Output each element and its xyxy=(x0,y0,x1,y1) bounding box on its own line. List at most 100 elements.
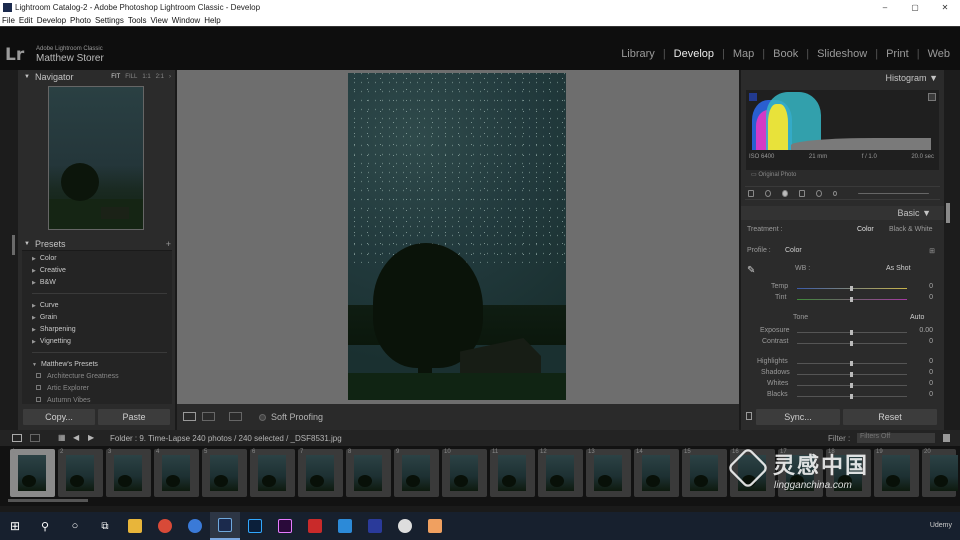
task-view-button[interactable]: ⧉ xyxy=(90,512,120,540)
slider-knob[interactable] xyxy=(850,341,853,346)
filmstrip-thumbnail[interactable]: 7 xyxy=(298,449,343,497)
treatment-color[interactable]: Color xyxy=(857,226,874,233)
filmstrip-thumbnail[interactable]: 8 xyxy=(346,449,391,497)
filmstrip-thumbnail[interactable]: 6 xyxy=(250,449,295,497)
auto-tone-button[interactable]: Auto xyxy=(910,314,924,321)
preset-group-sharpening[interactable]: ▶ Sharpening xyxy=(32,326,76,333)
module-web[interactable]: Web xyxy=(928,48,950,60)
exposure-slider[interactable] xyxy=(797,330,907,335)
tint-value[interactable]: 0 xyxy=(929,294,933,301)
module-map[interactable]: Map xyxy=(733,48,754,60)
preset-group-user[interactable]: ▼ Matthew's Presets xyxy=(32,361,98,368)
histogram-header[interactable]: Histogram ▼ xyxy=(886,73,938,83)
add-preset-icon[interactable]: + xyxy=(166,239,175,249)
shadow-clipping-icon[interactable] xyxy=(749,93,757,101)
navigator-header[interactable]: ▼ Navigator FIT FILL 1:1 2:1 › xyxy=(18,70,175,83)
radial-filter-icon[interactable] xyxy=(815,189,822,197)
profile-browser-icon[interactable]: ⊞ xyxy=(929,247,935,255)
menu-window[interactable]: Window xyxy=(172,16,200,25)
taskbar-explorer[interactable] xyxy=(120,512,150,540)
menu-edit[interactable]: Edit xyxy=(19,16,33,25)
spot-removal-icon[interactable] xyxy=(764,189,771,197)
back-arrow-icon[interactable]: ◀ xyxy=(73,433,79,442)
brush-size-slider[interactable] xyxy=(858,192,929,194)
blacks-slider[interactable] xyxy=(797,394,907,399)
minimize-button[interactable]: – xyxy=(870,3,900,12)
whites-slider[interactable] xyxy=(797,383,907,388)
menu-develop[interactable]: Develop xyxy=(37,16,66,25)
wb-value[interactable]: As Shot xyxy=(886,265,911,272)
taskbar-app[interactable] xyxy=(360,512,390,540)
filmstrip-thumbnail[interactable]: 3 xyxy=(106,449,151,497)
wb-eyedropper-icon[interactable]: ✎ xyxy=(747,265,755,276)
menu-view[interactable]: View xyxy=(151,16,168,25)
module-print[interactable]: Print xyxy=(886,48,909,60)
soft-proofing-toggle[interactable]: Soft Proofing xyxy=(259,412,323,422)
menu-tools[interactable]: Tools xyxy=(128,16,147,25)
filmstrip-thumbnail[interactable]: 10 xyxy=(442,449,487,497)
slider-knob[interactable] xyxy=(850,361,853,366)
start-button[interactable]: ⊞ xyxy=(0,512,30,540)
taskbar-lightroom[interactable] xyxy=(210,512,240,540)
paste-button[interactable]: Paste xyxy=(98,409,170,425)
taskbar-filezilla[interactable] xyxy=(300,512,330,540)
graduated-filter-icon[interactable] xyxy=(798,189,805,197)
maximize-button[interactable]: ▢ xyxy=(900,3,930,12)
grid-view-icon[interactable]: ▦ xyxy=(58,433,66,442)
cortana-button[interactable]: ○ xyxy=(60,512,90,540)
basic-header[interactable]: Basic ▼ xyxy=(741,206,944,220)
module-book[interactable]: Book xyxy=(773,48,798,60)
navigator-preview[interactable] xyxy=(48,86,144,230)
preset-item[interactable]: Architecture Greatness xyxy=(36,373,119,380)
taskbar-app[interactable] xyxy=(330,512,360,540)
filmstrip-thumbnail[interactable]: 15 xyxy=(682,449,727,497)
slider-knob[interactable] xyxy=(850,330,853,335)
main-photo[interactable] xyxy=(348,73,566,400)
image-canvas[interactable] xyxy=(177,70,739,404)
highlights-slider[interactable] xyxy=(797,361,907,366)
module-develop[interactable]: Develop xyxy=(674,48,714,60)
module-library[interactable]: Library xyxy=(621,48,655,60)
filmstrip-thumbnail[interactable]: 14 xyxy=(634,449,679,497)
taskbar-chrome[interactable] xyxy=(150,512,180,540)
secondary-display-icon[interactable] xyxy=(30,434,40,442)
filmstrip-scrollbar[interactable] xyxy=(8,499,88,502)
highlights-value[interactable]: 0 xyxy=(929,358,933,365)
blacks-value[interactable]: 0 xyxy=(929,391,933,398)
filter-lock-icon[interactable] xyxy=(943,434,950,442)
filmstrip-breadcrumb[interactable]: Folder : 9. Time-Lapse 240 photos / 240 … xyxy=(110,434,342,443)
exposure-value[interactable]: 0.00 xyxy=(919,327,933,334)
profile-value[interactable]: Color xyxy=(785,247,802,254)
preset-group-vignetting[interactable]: ▶ Vignetting xyxy=(32,338,71,345)
preset-item[interactable]: Autumn Vibes xyxy=(36,397,90,404)
filmstrip-thumbnail[interactable]: 5 xyxy=(202,449,247,497)
taskbar-photoshop[interactable] xyxy=(240,512,270,540)
filmstrip-thumbnail[interactable]: 1 xyxy=(10,449,55,497)
slider-knob[interactable] xyxy=(850,394,853,399)
filmstrip-thumbnail[interactable]: 9 xyxy=(394,449,439,497)
filmstrip-thumbnail[interactable]: 2 xyxy=(58,449,103,497)
taskbar-premiere[interactable] xyxy=(270,512,300,540)
copy-button[interactable]: Copy... xyxy=(23,409,95,425)
left-scrollbar[interactable] xyxy=(12,235,15,255)
close-button[interactable]: ✕ xyxy=(930,3,960,12)
menu-settings[interactable]: Settings xyxy=(95,16,124,25)
before-after-swap-icon[interactable] xyxy=(229,412,242,421)
zoom-more-icon[interactable]: › xyxy=(169,74,171,80)
highlight-clipping-icon[interactable] xyxy=(928,93,936,101)
filmstrip-thumbnail[interactable]: 11 xyxy=(490,449,535,497)
preset-group-color[interactable]: ▶ Color xyxy=(32,255,57,262)
taskbar-app[interactable] xyxy=(420,512,450,540)
shadows-slider[interactable] xyxy=(797,372,907,377)
preset-group-curve[interactable]: ▶ Curve xyxy=(32,302,59,309)
preset-group-bw[interactable]: ▶ B&W xyxy=(32,279,56,286)
loupe-view-icon[interactable] xyxy=(183,412,196,421)
zoom-fill[interactable]: FILL xyxy=(125,74,137,80)
taskbar-app[interactable] xyxy=(180,512,210,540)
preset-item[interactable]: Artic Explorer xyxy=(36,385,89,392)
filmstrip-thumbnail[interactable]: 13 xyxy=(586,449,631,497)
right-scrollbar[interactable] xyxy=(946,203,950,223)
forward-arrow-icon[interactable]: ▶ xyxy=(88,433,94,442)
sync-toggle-icon[interactable] xyxy=(746,412,752,420)
brush-tool-icon[interactable] xyxy=(832,190,838,196)
